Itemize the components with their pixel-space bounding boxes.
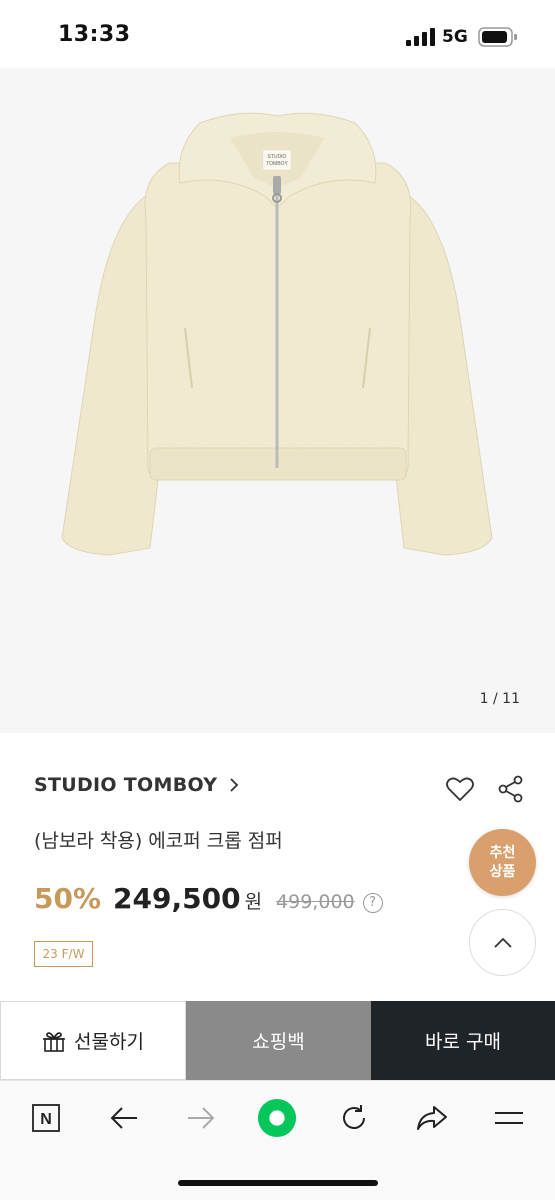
refresh-button[interactable] xyxy=(334,1098,374,1138)
brand-name: STUDIO TOMBOY xyxy=(34,774,218,796)
naver-letter: N xyxy=(40,1111,52,1128)
currency-label: 원 xyxy=(244,891,263,913)
gift-button[interactable]: 선물하기 xyxy=(0,1001,186,1080)
image-counter: 1 / 11 xyxy=(479,691,520,707)
arrow-right-icon xyxy=(188,1107,215,1129)
recommend-label-line1: 추천 xyxy=(489,845,516,862)
sale-price: 249,500 xyxy=(113,882,241,915)
status-time: 13:33 xyxy=(58,22,131,47)
garment-label-line-2: TOMBOY xyxy=(266,161,288,167)
menu-button[interactable] xyxy=(489,1098,529,1138)
signal-icon xyxy=(406,28,435,46)
chevron-up-icon xyxy=(493,937,512,948)
arrow-left-icon xyxy=(110,1107,137,1129)
back-button[interactable] xyxy=(104,1098,144,1138)
network-label: 5G xyxy=(442,27,468,47)
share-icon[interactable] xyxy=(498,775,524,803)
gift-icon xyxy=(43,1031,66,1052)
shopping-bag-button[interactable]: 쇼핑백 xyxy=(186,1001,371,1080)
status-bar: 13:33 5G xyxy=(0,0,555,68)
product-title: (남보라 착용) 에코퍼 크롭 점퍼 xyxy=(34,830,283,852)
forward-button[interactable] xyxy=(181,1098,221,1138)
season-tag: 23 F/W xyxy=(34,941,93,967)
naver-home-button[interactable]: N xyxy=(26,1098,66,1138)
forward-share-icon xyxy=(417,1106,447,1130)
refresh-icon xyxy=(343,1105,365,1129)
price-row: 50% 249,500 원 499,000 ? xyxy=(34,882,383,915)
share-page-button[interactable] xyxy=(412,1098,452,1138)
discount-rate: 50% xyxy=(34,882,102,915)
buy-now-button[interactable]: 바로 구매 xyxy=(371,1001,555,1080)
recommend-label-line2: 상품 xyxy=(489,863,516,880)
chevron-right-icon xyxy=(230,778,239,792)
hamburger-icon xyxy=(495,1112,523,1124)
battery-icon xyxy=(478,27,517,47)
help-icon[interactable]: ? xyxy=(362,892,383,913)
green-dot-button[interactable] xyxy=(257,1098,297,1138)
heart-icon[interactable] xyxy=(446,776,474,802)
product-image-gallery[interactable]: STUDIO TOMBOY 1 / 11 xyxy=(0,68,555,733)
naver-n-icon: N xyxy=(32,1104,60,1132)
garment-label-line-1: STUDIO xyxy=(268,154,287,160)
brand-link[interactable]: STUDIO TOMBOY xyxy=(34,774,239,796)
recommend-products-button[interactable]: 추천 상품 xyxy=(469,829,536,896)
shopping-bag-label: 쇼핑백 xyxy=(252,1031,305,1053)
home-indicator xyxy=(178,1180,378,1186)
gift-button-label: 선물하기 xyxy=(74,1031,144,1053)
scroll-top-button[interactable] xyxy=(469,909,536,976)
purchase-action-bar: 선물하기 쇼핑백 바로 구매 xyxy=(0,1001,555,1080)
original-price: 499,000 xyxy=(276,891,355,913)
green-dot-icon xyxy=(257,1098,297,1138)
buy-now-label: 바로 구매 xyxy=(425,1031,501,1053)
product-photo: STUDIO TOMBOY xyxy=(61,112,493,556)
